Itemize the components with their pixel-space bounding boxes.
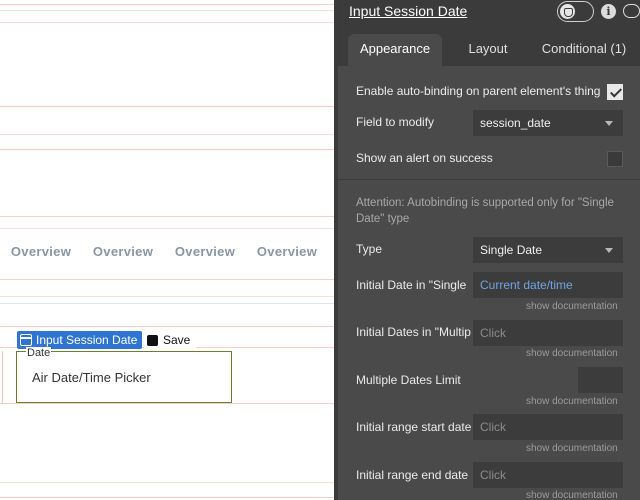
- field-to-modify-dropdown[interactable]: session_date: [473, 110, 623, 136]
- type-dropdown[interactable]: Single Date: [473, 237, 623, 263]
- guide-line: [0, 497, 334, 498]
- calendar-icon: [20, 334, 32, 346]
- type-label: Type: [356, 242, 383, 256]
- guide-line: [0, 296, 334, 297]
- initial-range-end-label: Initial range end date: [356, 468, 469, 482]
- show-documentation-link[interactable]: show documentation: [526, 348, 618, 359]
- panel-header: Input Session Date i: [338, 0, 640, 24]
- initial-date-label: Initial Date in "Single: [356, 278, 467, 292]
- tab-conditional[interactable]: Conditional (1): [534, 34, 634, 66]
- guide-line: [0, 303, 334, 304]
- guide-line: [0, 279, 334, 280]
- attention-note: Attention: Autobinding is supported only…: [356, 197, 614, 225]
- inspector-icon: [560, 4, 575, 19]
- show-documentation-link[interactable]: show documentation: [526, 301, 618, 312]
- tab-layout[interactable]: Layout: [448, 34, 528, 66]
- initial-range-start-label: Initial range start date: [356, 420, 472, 434]
- field-to-modify-value: session_date: [480, 116, 551, 130]
- initial-date-field[interactable]: Current date/time: [473, 272, 623, 298]
- element-title[interactable]: Input Session Date: [349, 3, 467, 19]
- overview-tab[interactable]: Overview: [0, 237, 82, 267]
- autobinding-label: Enable auto-binding on parent element's …: [356, 84, 601, 98]
- show-documentation-link[interactable]: show documentation: [526, 396, 618, 407]
- comment-icon[interactable]: [623, 4, 640, 18]
- show-documentation-link[interactable]: show documentation: [526, 443, 618, 454]
- caret-down-icon: [605, 121, 613, 126]
- guide-line: [0, 216, 334, 217]
- guide-line: [0, 149, 334, 150]
- guide-line: [0, 228, 334, 229]
- save-label: Save: [163, 333, 191, 347]
- alert-on-success-checkbox[interactable]: [607, 151, 623, 167]
- save-button[interactable]: Save: [144, 331, 197, 349]
- alert-on-success-label: Show an alert on success: [356, 151, 493, 165]
- initial-dates-label: Initial Dates in "Multip: [356, 325, 471, 339]
- type-value: Single Date: [480, 243, 543, 257]
- initial-dates-field[interactable]: Click: [473, 320, 623, 346]
- field-to-modify-label: Field to modify: [356, 115, 435, 129]
- info-icon[interactable]: i: [601, 4, 616, 19]
- multiple-dates-limit-field[interactable]: [578, 367, 623, 393]
- overview-tab[interactable]: Overview: [82, 237, 164, 267]
- caret-down-icon: [605, 248, 613, 253]
- section-divider: [338, 179, 640, 180]
- guide-line: [0, 106, 334, 107]
- picker-placeholder: Air Date/Time Picker: [32, 370, 151, 385]
- property-editor-panel: Input Session Date i Appearance Layout C…: [338, 0, 640, 500]
- element-name: Input Session Date: [36, 333, 138, 347]
- tab-bar: Appearance Layout Conditional (1): [338, 24, 640, 66]
- autobinding-checkbox[interactable]: [607, 84, 623, 100]
- guide-line: [0, 22, 334, 23]
- initial-range-start-field[interactable]: Click: [473, 414, 623, 440]
- guide-line: [0, 4, 334, 5]
- tab-appearance[interactable]: Appearance: [348, 34, 442, 66]
- show-documentation-link[interactable]: show documentation: [526, 490, 618, 500]
- overview-tab[interactable]: Overview: [164, 237, 246, 267]
- toggle-switch[interactable]: [557, 1, 594, 22]
- multiple-dates-limit-label: Multiple Dates Limit: [356, 373, 461, 387]
- cube-icon: [147, 334, 158, 346]
- sibling-element-edge: [0, 351, 3, 403]
- guide-line: [0, 134, 334, 135]
- guide-line: [0, 326, 334, 327]
- guide-line: [0, 403, 334, 404]
- guide-line: [0, 482, 334, 483]
- overview-tab-row: Overview Overview Overview Overview: [0, 237, 334, 267]
- picker-caption: Date: [26, 347, 52, 359]
- overview-tab[interactable]: Overview: [246, 237, 328, 267]
- initial-range-end-field[interactable]: Click: [473, 462, 623, 488]
- editor-canvas[interactable]: Overview Overview Overview Overview Inpu…: [0, 0, 334, 500]
- guide-line: [0, 10, 334, 11]
